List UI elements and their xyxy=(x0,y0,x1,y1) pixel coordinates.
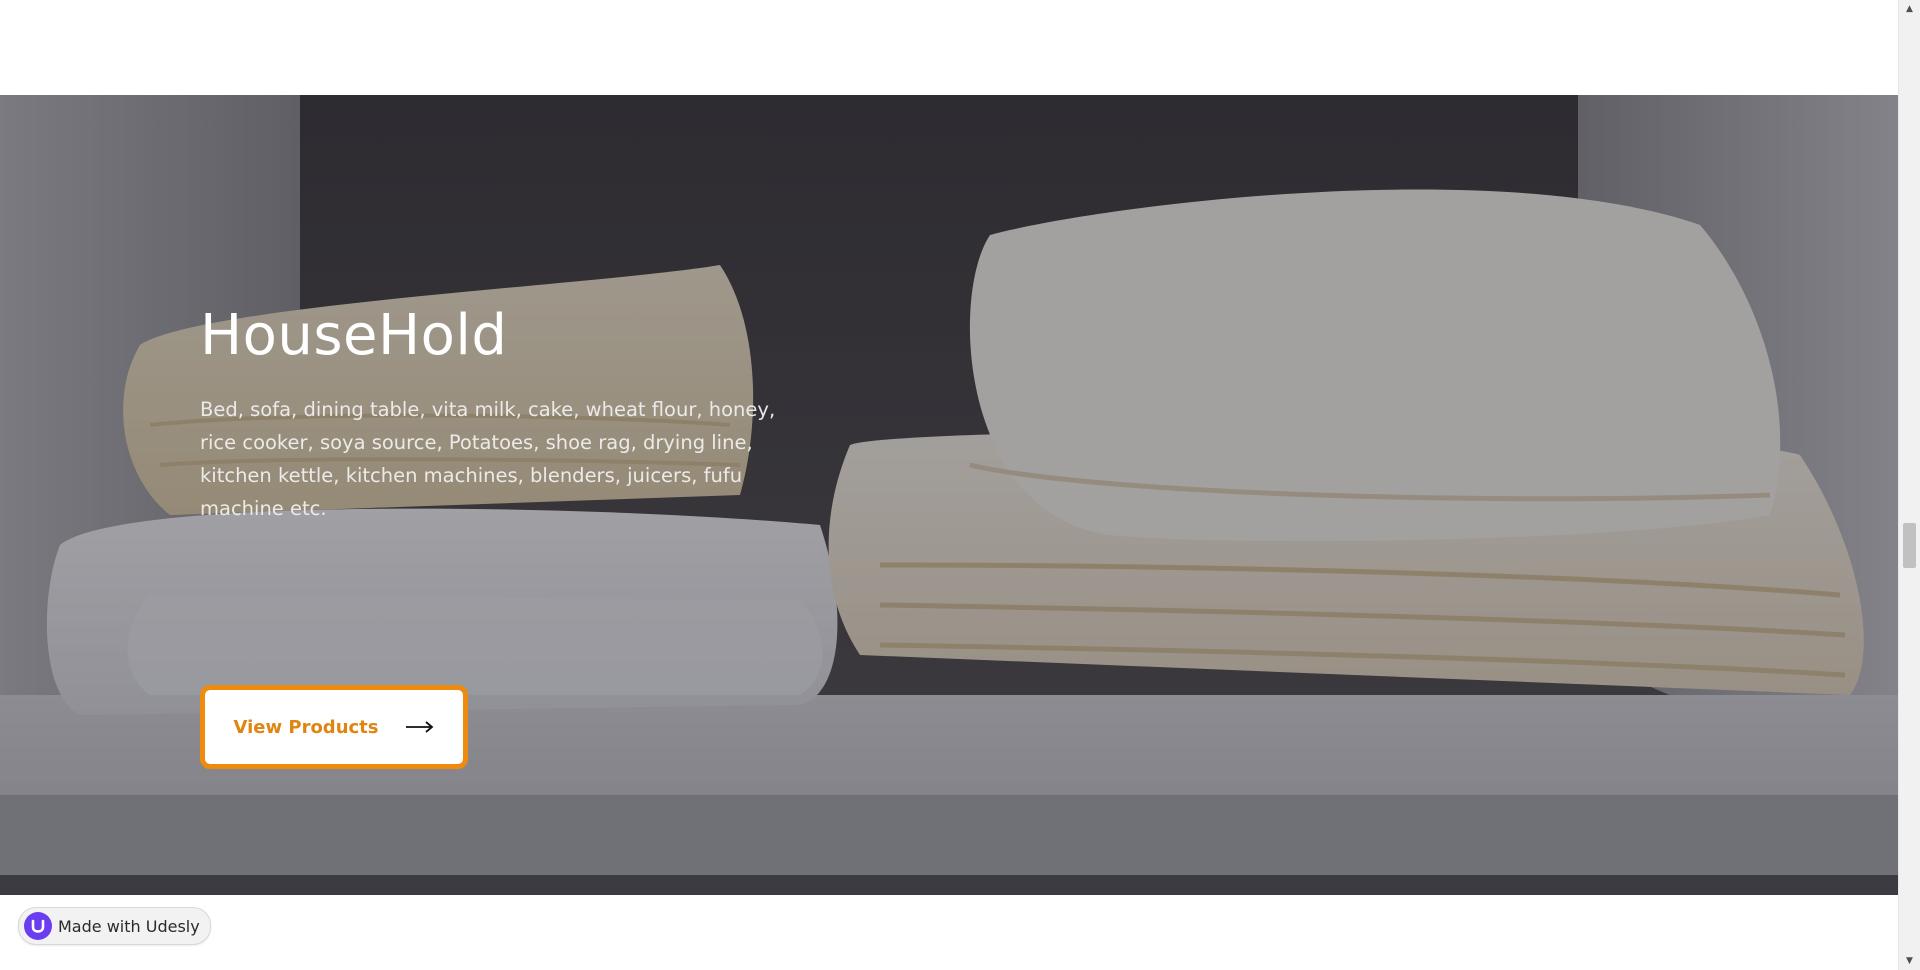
udesly-logo-icon xyxy=(24,912,52,940)
scroll-down-icon[interactable]: ▼ xyxy=(1899,952,1920,970)
hero-content: HouseHold Bed, sofa, dining table, vita … xyxy=(200,305,800,525)
hero-title: HouseHold xyxy=(200,303,508,368)
view-products-label: View Products xyxy=(233,716,379,738)
view-products-button[interactable]: View Products xyxy=(200,685,468,769)
arrow-right-icon xyxy=(405,720,435,734)
household-hero-section: HouseHold Bed, sofa, dining table, vita … xyxy=(0,95,1898,895)
vertical-scrollbar[interactable]: ▲ ▼ xyxy=(1898,0,1920,970)
scrollbar-thumb[interactable] xyxy=(1903,523,1916,568)
badge-label: Made with Udesly xyxy=(58,916,200,936)
page: HouseHold Bed, sofa, dining table, vita … xyxy=(0,0,1920,970)
made-with-udesly-badge[interactable]: Made with Udesly xyxy=(18,907,211,945)
header-spacer xyxy=(0,0,1898,95)
scroll-up-icon[interactable]: ▲ xyxy=(1899,0,1920,18)
hero-description: Bed, sofa, dining table, vita milk, cake… xyxy=(200,397,776,520)
